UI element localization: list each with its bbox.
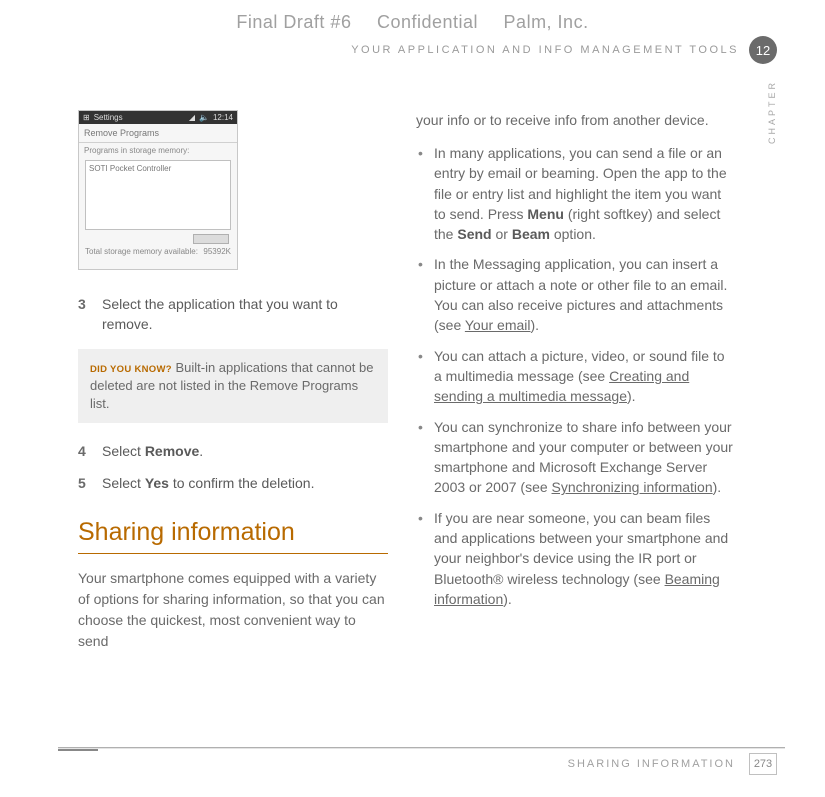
confidential-header: Final Draft #6 Confidential Palm, Inc. (0, 12, 825, 33)
tip-label: DID YOU KNOW? (90, 364, 172, 375)
left-column: ⊞ Settings ◢ 🔈 12:14 Remove Programs Pro… (78, 110, 388, 652)
chapter-label-vertical: CHAPTER (767, 80, 777, 144)
list-item: You can attach a picture, video, or soun… (416, 346, 735, 407)
step-text: Select Remove. (102, 441, 203, 461)
step-number: 3 (78, 294, 92, 335)
page-footer: SHARING INFORMATION 273 (568, 753, 777, 775)
step-3: 3 Select the application that you want t… (78, 294, 388, 335)
step-5: 5 Select Yes to confirm the deletion. (78, 473, 388, 493)
ss-title: Remove Programs (79, 124, 237, 143)
company-label: Palm, Inc. (504, 12, 589, 32)
page-number: 273 (749, 753, 777, 775)
footer-section: SHARING INFORMATION (568, 758, 735, 770)
speaker-icon: 🔈 (199, 113, 209, 122)
ss-remove-button (193, 234, 229, 244)
windows-flag-icon: ⊞ (83, 113, 90, 122)
step-4: 4 Select Remove. (78, 441, 388, 461)
list-item: You can synchronize to share info betwee… (416, 417, 735, 498)
device-screenshot: ⊞ Settings ◢ 🔈 12:14 Remove Programs Pro… (78, 110, 238, 270)
list-item: In many applications, you can send a fil… (416, 143, 735, 244)
right-column: your info or to receive info from anothe… (416, 110, 735, 652)
chapter-number-badge: 12 (749, 36, 777, 64)
ss-subtitle: Programs in storage memory: (79, 143, 237, 158)
footer-rule (58, 747, 785, 749)
ss-settings-label: Settings (94, 113, 123, 122)
ss-time: 12:14 (213, 113, 233, 122)
did-you-know-tip: DID YOU KNOW? Built-in applications that… (78, 349, 388, 424)
section-intro-right: your info or to receive info from anothe… (416, 110, 735, 131)
section-intro-left: Your smartphone comes equipped with a va… (78, 568, 388, 652)
running-head: YOUR APPLICATION AND INFO MANAGEMENT TOO… (351, 44, 739, 56)
list-item: If you are near someone, you can beam fi… (416, 508, 735, 609)
list-item: In the Messaging application, you can in… (416, 254, 735, 335)
step-number: 4 (78, 441, 92, 461)
step-number: 5 (78, 473, 92, 493)
link-your-email[interactable]: Your email (465, 317, 531, 333)
signal-icon: ◢ (189, 113, 195, 122)
footer-rule-accent (58, 749, 98, 751)
ss-total-label: Total storage memory available: (85, 247, 198, 256)
confidential-label: Confidential (377, 12, 478, 32)
bullet-list: In many applications, you can send a fil… (416, 143, 735, 609)
step-text: Select Yes to confirm the deletion. (102, 473, 314, 493)
step-text: Select the application that you want to … (102, 294, 388, 335)
section-heading: Sharing information (78, 518, 388, 554)
ss-total-value: 95392K (203, 247, 231, 256)
link-sync[interactable]: Synchronizing information (552, 479, 713, 495)
ss-list-item: SOTI Pocket Controller (89, 164, 227, 173)
draft-label: Final Draft #6 (236, 12, 351, 32)
ss-program-list: SOTI Pocket Controller (85, 160, 231, 230)
